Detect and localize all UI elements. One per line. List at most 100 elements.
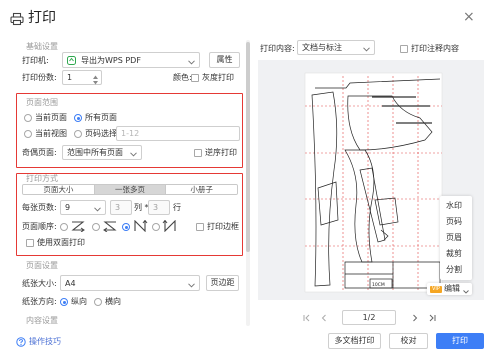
page-setup-section-label: 页面设置 bbox=[26, 261, 58, 270]
dialog-title: 打印 bbox=[28, 10, 56, 26]
spinner-down-icon[interactable] bbox=[93, 78, 98, 87]
order-z-reverse-icon bbox=[102, 220, 118, 234]
odd-even-dropdown[interactable]: 范围中所有页面 bbox=[62, 145, 142, 160]
odd-even-value: 范围中所有页面 bbox=[67, 148, 123, 157]
tips-link[interactable]: 操作技巧 bbox=[29, 337, 61, 347]
copies-label: 打印份数: bbox=[22, 73, 57, 82]
print-content-value: 文档与标注 bbox=[302, 43, 342, 52]
odd-even-label: 奇偶页面: bbox=[22, 148, 57, 157]
printer-value: 导出为WPS PDF bbox=[81, 56, 141, 65]
print-preview[interactable]: 10CM 水印 页码 页眉 裁剪 分割 VIP 编辑 bbox=[258, 60, 484, 300]
first-page-icon[interactable] bbox=[303, 314, 311, 324]
next-page-icon[interactable] bbox=[411, 314, 419, 324]
landscape-radio[interactable] bbox=[94, 298, 102, 306]
chevron-down-icon bbox=[363, 45, 370, 54]
watermark-tool[interactable]: 水印 bbox=[446, 201, 462, 211]
last-page-icon[interactable] bbox=[428, 314, 436, 324]
current-page-radio[interactable] bbox=[24, 114, 32, 122]
columns-input[interactable] bbox=[110, 200, 132, 215]
pages-per-sheet-value: 9 bbox=[65, 203, 71, 212]
header-tool[interactable]: 页眉 bbox=[446, 233, 462, 243]
prev-page-icon[interactable] bbox=[320, 314, 328, 324]
all-pages-radio[interactable] bbox=[74, 114, 82, 122]
chevron-down-icon bbox=[130, 150, 137, 159]
duplex-label: 使用双面打印 bbox=[37, 238, 85, 247]
grayscale-checkbox[interactable] bbox=[191, 74, 199, 82]
crop-tool[interactable]: 裁剪 bbox=[446, 249, 462, 259]
reverse-print-label: 逆序打印 bbox=[205, 148, 237, 157]
paper-size-value: A4 bbox=[65, 279, 76, 288]
chevron-down-icon bbox=[188, 281, 195, 290]
order-n-icon bbox=[132, 219, 148, 234]
print-content-dropdown[interactable]: 文档与标注 bbox=[297, 40, 375, 55]
portrait-label: 纵向 bbox=[71, 297, 87, 306]
order-n-reverse-icon bbox=[162, 219, 178, 234]
printer-label: 打印机: bbox=[22, 56, 49, 65]
pages-per-sheet-dropdown[interactable]: 9 bbox=[60, 200, 106, 215]
rows-input[interactable] bbox=[148, 200, 170, 215]
print-border-label: 打印边框 bbox=[207, 222, 239, 231]
portrait-radio[interactable] bbox=[60, 298, 68, 306]
paper-size-label: 纸张大小: bbox=[22, 279, 57, 288]
proofread-button[interactable]: 校对 bbox=[389, 333, 428, 349]
multi-document-print-button[interactable]: 多文档打印 bbox=[328, 333, 381, 349]
print-annotations-label: 打印注释内容 bbox=[411, 44, 459, 53]
tab-multi-page[interactable]: 一张多页 bbox=[93, 185, 166, 194]
order-z-icon bbox=[70, 220, 86, 234]
printer-dropdown[interactable]: 导出为WPS PDF bbox=[62, 52, 200, 68]
print-mode-tabs: 页面大小 一张多页 小册子 bbox=[22, 184, 238, 195]
split-tool[interactable]: 分割 bbox=[446, 265, 462, 275]
columns-label: 列 * bbox=[134, 203, 149, 212]
page-order-radio-2[interactable] bbox=[92, 223, 100, 231]
page-order-radio-4[interactable] bbox=[152, 223, 160, 231]
print-content-label: 打印内容: bbox=[260, 44, 295, 53]
properties-button[interactable]: 属性 bbox=[209, 52, 240, 68]
print-border-checkbox[interactable] bbox=[196, 223, 204, 231]
page-order-radio-3[interactable] bbox=[122, 223, 130, 231]
edit-label: 编辑 bbox=[444, 284, 460, 293]
grayscale-label: 灰度打印 bbox=[202, 73, 234, 82]
orientation-label: 纸张方向: bbox=[22, 297, 57, 306]
close-icon[interactable]: × bbox=[463, 9, 475, 25]
tab-page-size[interactable]: 页面大小 bbox=[23, 185, 94, 194]
current-view-label: 当前视图 bbox=[35, 129, 67, 138]
preview-tools-menu: 水印 页码 页眉 裁剪 分割 bbox=[440, 196, 472, 280]
page-number-input[interactable]: 1/2 bbox=[342, 310, 396, 325]
chevron-down-icon bbox=[463, 287, 469, 296]
reverse-print-checkbox[interactable] bbox=[194, 149, 202, 157]
print-button[interactable]: 打印 bbox=[436, 333, 484, 349]
pages-per-sheet-label: 每张页数: bbox=[22, 203, 57, 212]
chevron-down-icon bbox=[94, 205, 101, 214]
page-select-input[interactable] bbox=[116, 126, 240, 141]
page-select-label: 页码选择: bbox=[85, 129, 120, 138]
page-order-radio-1[interactable] bbox=[60, 223, 68, 231]
preview-scale-label: 10CM bbox=[372, 282, 385, 288]
page-order-label: 页面顺序: bbox=[22, 222, 57, 231]
chevron-down-icon bbox=[188, 58, 195, 67]
landscape-label: 横向 bbox=[105, 297, 121, 306]
current-view-radio[interactable] bbox=[24, 130, 32, 138]
basic-section-label: 基础设置 bbox=[26, 42, 58, 51]
paper-size-dropdown[interactable]: A4 bbox=[60, 275, 200, 291]
page-select-radio[interactable] bbox=[74, 130, 82, 138]
margins-button[interactable]: 页边距 bbox=[206, 275, 239, 291]
page-number-tool[interactable]: 页码 bbox=[446, 217, 462, 227]
print-mode-section-label: 打印方式 bbox=[26, 174, 58, 183]
wps-pdf-printer-icon bbox=[67, 56, 76, 67]
color-label: 颜色: bbox=[173, 73, 192, 82]
tab-booklet[interactable]: 小册子 bbox=[165, 185, 237, 194]
duplex-checkbox[interactable] bbox=[26, 239, 34, 247]
print-annotations-checkbox[interactable] bbox=[400, 45, 408, 53]
vip-badge: VIP bbox=[430, 285, 442, 293]
all-pages-label: 所有页面 bbox=[85, 113, 117, 122]
printer-icon bbox=[10, 12, 24, 26]
rows-label: 行 bbox=[173, 203, 181, 212]
current-page-label: 当前页面 bbox=[35, 113, 67, 122]
scrollbar-thumb[interactable] bbox=[246, 42, 250, 252]
page-range-section-label: 页面范围 bbox=[26, 98, 58, 107]
edit-button[interactable]: VIP 编辑 bbox=[427, 283, 472, 295]
settings-scrollbar[interactable] bbox=[246, 40, 250, 326]
page-number-value: 1/2 bbox=[362, 313, 376, 322]
content-setup-section-label: 内容设置 bbox=[26, 316, 58, 325]
tips-icon[interactable] bbox=[16, 337, 26, 349]
